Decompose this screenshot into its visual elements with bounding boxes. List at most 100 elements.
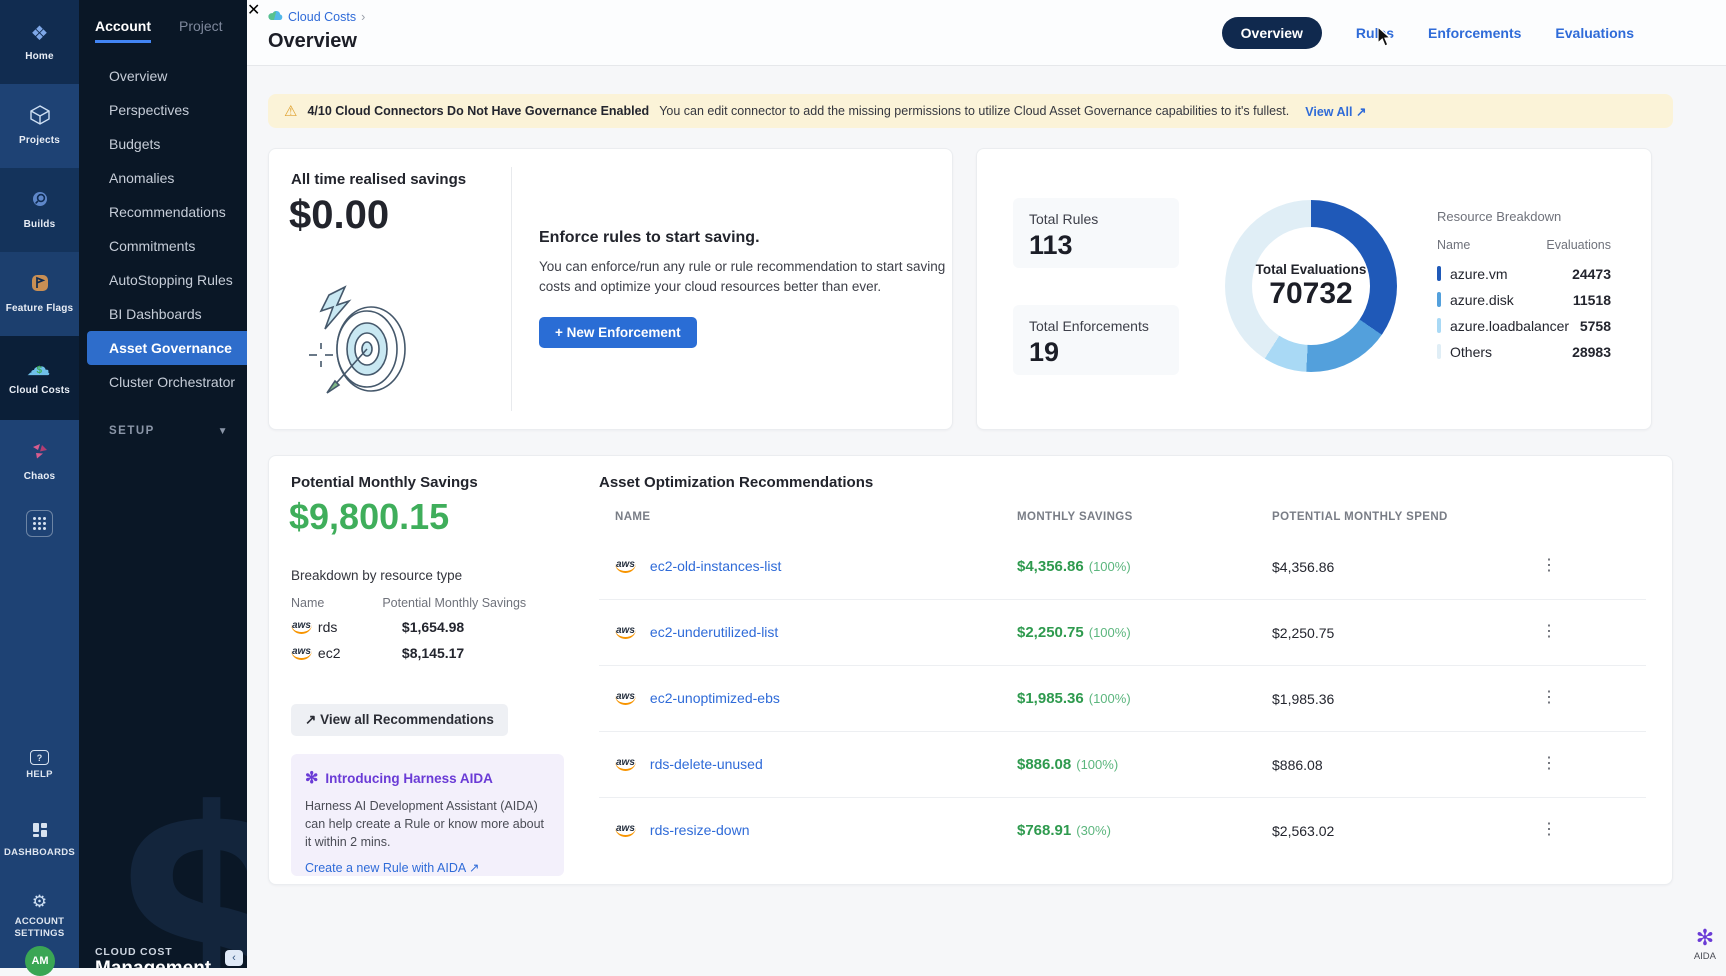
potential-savings-label: Potential Monthly Savings — [291, 474, 478, 491]
view-all-recommendations-button[interactable]: ↗ View all Recommendations — [291, 704, 508, 736]
resource-breakdown-title: Resource Breakdown — [1437, 209, 1561, 224]
recommendation-link[interactable]: ec2-underutilized-list — [650, 624, 778, 640]
footer-module-label: CLOUD COST — [95, 946, 211, 958]
recommendation-link[interactable]: rds-resize-down — [650, 822, 750, 838]
sidebar-item-cluster-orchestrator[interactable]: Cluster Orchestrator — [79, 365, 247, 399]
card-divider — [511, 167, 512, 411]
recommendation-link[interactable]: rds-delete-unused — [650, 756, 763, 772]
row-menu-kebab-icon[interactable]: ⋮ — [1541, 622, 1557, 643]
sidebar-item-overview[interactable]: Overview — [79, 59, 247, 93]
aida-promo-title: ✻Introducing Harness AIDA — [305, 768, 550, 788]
dashboards-icon — [32, 822, 48, 843]
row-menu-kebab-icon[interactable]: ⋮ — [1541, 754, 1557, 775]
banner-close-icon[interactable]: ✕ — [247, 0, 260, 20]
sidebar-item-commitments[interactable]: Commitments — [79, 229, 247, 263]
legend-chip — [1437, 266, 1441, 281]
module-grid-icon — [26, 510, 53, 537]
sidebar-setup-toggle[interactable]: SETUP ▼ — [79, 399, 247, 437]
tab-enforcements[interactable]: Enforcements — [1428, 25, 1521, 41]
row-menu-kebab-icon[interactable]: ⋮ — [1541, 556, 1557, 577]
row-menu-kebab-icon[interactable]: ⋮ — [1541, 820, 1557, 841]
rail-item-home[interactable]: ❖ Home — [0, 0, 79, 84]
aida-fab-label: AIDA — [1694, 951, 1716, 962]
sidebar-collapse-handle[interactable]: ‹ — [225, 950, 243, 966]
page-header: Cloud Costs › Overview Overview Rules En… — [247, 0, 1726, 66]
cloud-costs-sidebar: $ Account Project Overview Perspectives … — [79, 0, 247, 968]
banner-message: You can edit connector to add the missin… — [659, 104, 1289, 118]
chaos-icon — [30, 441, 50, 466]
breadcrumb-cloud-costs-link[interactable]: Cloud Costs — [288, 10, 356, 24]
tab-overview[interactable]: Overview — [1222, 17, 1322, 49]
rail-item-projects[interactable]: Projects — [0, 84, 79, 168]
sidebar-item-asset-governance[interactable]: Asset Governance — [87, 331, 247, 365]
enforce-cta-title: Enforce rules to start saving. — [539, 229, 760, 247]
harness-home-icon: ❖ — [31, 21, 49, 46]
recommendations-table: awsec2-old-instances-list $4,356.86(100%… — [599, 534, 1646, 864]
table-row: awsrds-resize-down $768.91(30%) $2,563.0… — [599, 798, 1646, 864]
enforce-cta-body: You can enforce/run any rule or rule rec… — [539, 257, 949, 296]
all-time-savings-label: All time realised savings — [291, 171, 466, 188]
aws-icon: aws — [615, 560, 636, 573]
rail-item-builds[interactable]: Builds — [0, 168, 79, 252]
aida-fab[interactable]: ✻ AIDA — [1694, 927, 1716, 962]
rail-item-cloud-costs[interactable]: ☁$ Cloud Costs — [0, 336, 79, 420]
legend-chip — [1437, 344, 1441, 359]
rail-label: ACCOUNT SETTINGS — [9, 916, 71, 940]
total-rules-label: Total Rules — [1029, 211, 1163, 227]
user-avatar[interactable]: AM — [25, 946, 55, 976]
rail-item-account-settings[interactable]: ⚙ ACCOUNT SETTINGS — [0, 892, 79, 940]
banner-view-all-link[interactable]: View All ↗ — [1305, 104, 1366, 119]
recommendation-link[interactable]: ec2-unoptimized-ebs — [650, 690, 780, 706]
sidebar-item-recommendations[interactable]: Recommendations — [79, 195, 247, 229]
tab-evaluations[interactable]: Evaluations — [1555, 25, 1634, 41]
page-title: Overview — [268, 30, 357, 53]
cloud-costs-icon: ☁$ — [27, 360, 53, 380]
donut-center-label: Total Evaluations — [1256, 262, 1367, 277]
breakdown-row: azure.disk 11518 — [1437, 292, 1611, 308]
sidebar-item-anomalies[interactable]: Anomalies — [79, 161, 247, 195]
breakdown-row: azure.vm 24473 — [1437, 266, 1611, 282]
footer-module-name: Management — [95, 958, 211, 968]
sidebar-tab-project[interactable]: Project — [179, 18, 223, 43]
rail-label: Cloud Costs — [9, 385, 70, 397]
target-illustration — [301, 277, 421, 412]
col-header-monthly-savings: MONTHLY SAVINGS — [1017, 511, 1133, 523]
governance-warning-banner: ⚠ 4/10 Cloud Connectors Do Not Have Gove… — [268, 94, 1673, 128]
main-content: Cloud Costs › Overview Overview Rules En… — [247, 0, 1726, 968]
resource-type-breakdown-title: Breakdown by resource type — [291, 568, 462, 583]
recommendations-card: Potential Monthly Savings $9,800.15 Brea… — [268, 455, 1673, 885]
tab-rules[interactable]: Rules — [1356, 25, 1394, 41]
sidebar-footer: CLOUD COST Management — [95, 946, 211, 968]
table-row: awsec2-underutilized-list $2,250.75(100%… — [599, 600, 1646, 666]
total-enforcements-label: Total Enforcements — [1029, 318, 1163, 334]
recommendations-title: Asset Optimization Recommendations — [599, 474, 873, 491]
new-enforcement-button[interactable]: + New Enforcement — [539, 317, 697, 348]
sidebar-item-perspectives[interactable]: Perspectives — [79, 93, 247, 127]
rail-item-dashboards[interactable]: DASHBOARDS — [0, 822, 79, 859]
total-rules-value: 113 — [1029, 230, 1163, 261]
aws-icon: aws — [291, 647, 312, 660]
chevron-down-icon: ▼ — [218, 426, 229, 437]
all-time-savings-card: All time realised savings $0.00 — [268, 148, 953, 430]
evaluations-donut-ring: Total Evaluations 70732 — [1225, 200, 1397, 372]
row-menu-kebab-icon[interactable]: ⋮ — [1541, 688, 1557, 709]
warning-icon: ⚠ — [284, 102, 297, 120]
sidebar-tab-account[interactable]: Account — [95, 18, 151, 43]
recommendation-link[interactable]: ec2-old-instances-list — [650, 558, 782, 574]
resource-type-row: aws rds $1,654.98 — [291, 619, 464, 635]
module-picker-button[interactable] — [0, 510, 79, 537]
aws-icon: aws — [615, 626, 636, 639]
resource-type-row: aws ec2 $8,145.17 — [291, 645, 464, 661]
sidebar-item-budgets[interactable]: Budgets — [79, 127, 247, 161]
rail-item-feature-flags[interactable]: Feature Flags — [0, 252, 79, 336]
create-rule-with-aida-link[interactable]: Create a new Rule with AIDA ↗ — [305, 860, 550, 875]
help-chat-icon: ? — [30, 750, 49, 765]
sidebar-item-autostopping-rules[interactable]: AutoStopping Rules — [79, 263, 247, 297]
rail-item-chaos[interactable]: Chaos — [0, 420, 79, 504]
rail-item-help[interactable]: ? HELP — [0, 750, 79, 781]
sidebar-item-bi-dashboards[interactable]: BI Dashboards — [79, 297, 247, 331]
external-link-icon: ↗ — [1356, 105, 1366, 119]
feature-flags-icon — [30, 273, 50, 298]
gear-icon: ⚙ — [32, 892, 47, 912]
rail-label: Home — [25, 51, 54, 63]
